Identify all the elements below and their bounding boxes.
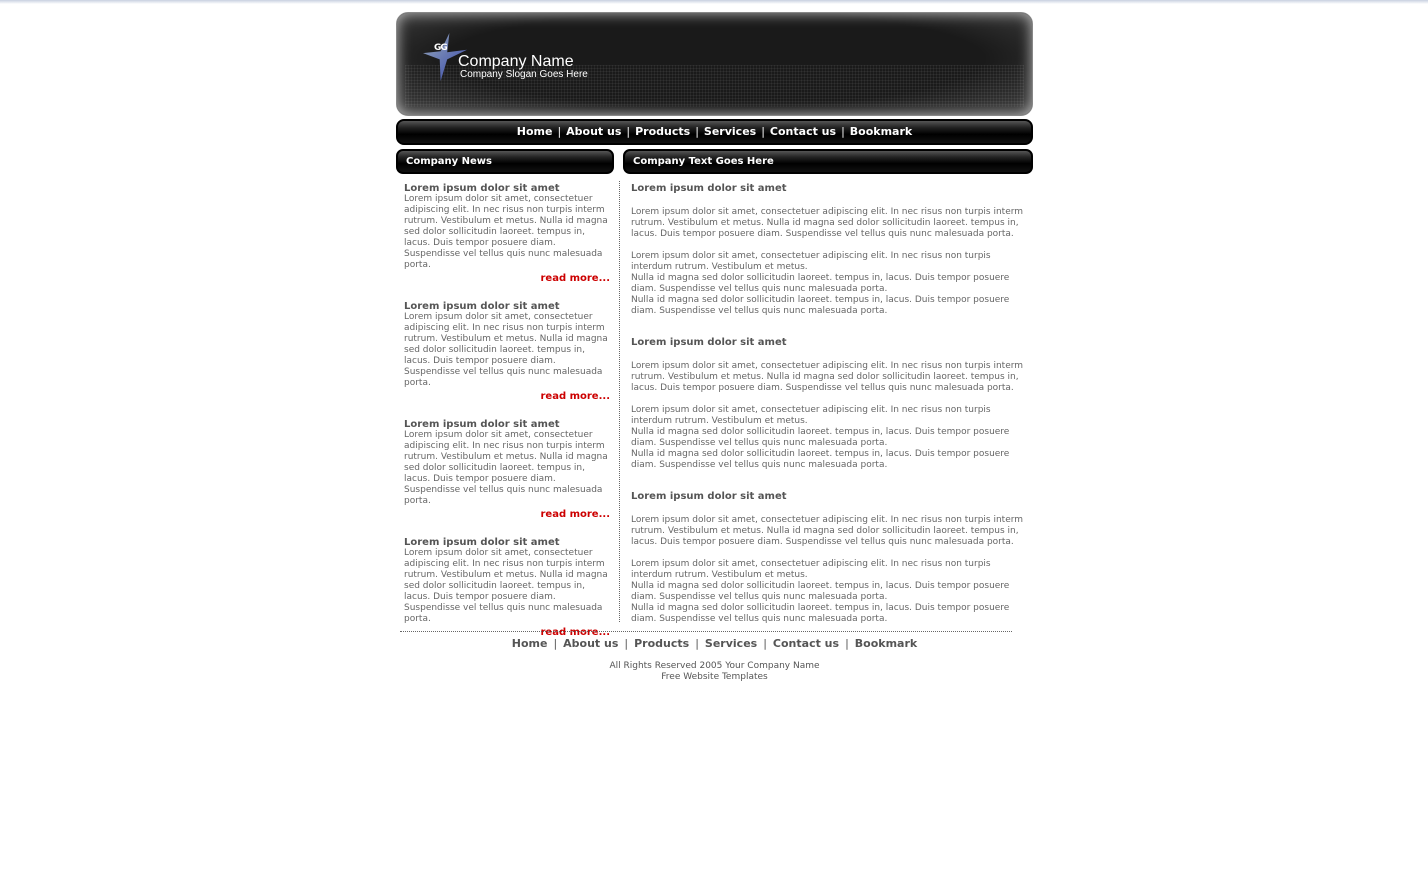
nav-link-bookmark[interactable]: Bookmark <box>855 637 917 650</box>
content-section: Lorem ipsum dolor sit amet Lorem ipsum do… <box>631 183 1026 317</box>
read-more-link[interactable]: read more... <box>404 509 610 520</box>
top-strip <box>0 0 1428 4</box>
news-item: Lorem ipsum dolor sit amet Lorem ipsum do… <box>404 301 610 402</box>
section-paragraph: Lorem ipsum dolor sit amet, consectetuer… <box>631 515 1024 547</box>
paragraph-line: Nulla id magna sed dolor sollicitudin la… <box>631 449 1010 470</box>
nav-link-products[interactable]: Products <box>635 125 690 138</box>
company-slogan: Company Slogan Goes Here <box>460 69 588 80</box>
nav-link-contact-us[interactable]: Contact us <box>773 637 839 650</box>
separator: | <box>761 125 765 138</box>
read-more-link[interactable]: read more... <box>404 273 610 284</box>
news-item: Lorem ipsum dolor sit amet Lorem ipsum do… <box>404 419 610 520</box>
paragraph-line: Nulla id magna sed dolor sollicitudin la… <box>631 581 1010 602</box>
section-paragraph: Lorem ipsum dolor sit amet, consectetuer… <box>631 559 1026 625</box>
nav-link-bookmark[interactable]: Bookmark <box>850 125 912 138</box>
news-text: Lorem ipsum dolor sit amet, consectetuer… <box>404 548 608 624</box>
nav-link-contact-us[interactable]: Contact us <box>770 125 836 138</box>
section-title: Lorem ipsum dolor sit amet <box>631 337 787 348</box>
main-nav: Home | About us | Products | Services | Contact … <box>396 119 1033 145</box>
news-title: Lorem ipsum dolor sit amet <box>404 301 560 312</box>
nav-link-services[interactable]: Services <box>704 125 756 138</box>
news-title: Lorem ipsum dolor sit amet <box>404 183 560 194</box>
read-more-link[interactable]: read more... <box>404 391 610 402</box>
page-container: GG Company Name Company Slogan Goes Here… <box>396 12 1033 655</box>
paragraph-line: Nulla id magna sed dolor sollicitudin la… <box>631 427 1010 448</box>
footer-text: All Rights Reserved 2005 Your Company Na… <box>396 661 1033 683</box>
nav-link-services[interactable]: Services <box>705 637 757 650</box>
nav-link-about-us[interactable]: About us <box>563 637 618 650</box>
copyright: All Rights Reserved 2005 Your Company Na… <box>609 661 820 671</box>
separator: | <box>695 125 699 138</box>
paragraph-line: Lorem ipsum dolor sit amet, consectetuer… <box>631 405 991 426</box>
nav-link-home[interactable]: Home <box>517 125 553 138</box>
footer-divider <box>400 631 1012 632</box>
section-paragraph: Lorem ipsum dolor sit amet, consectetuer… <box>631 207 1024 239</box>
nav-link-products[interactable]: Products <box>634 637 689 650</box>
paragraph-line: Nulla id magna sed dolor sollicitudin la… <box>631 295 1010 316</box>
nav-link-about-us[interactable]: About us <box>566 125 621 138</box>
section-paragraph: Lorem ipsum dolor sit amet, consectetuer… <box>631 405 1026 471</box>
separator: | <box>626 125 631 138</box>
separator: | <box>841 125 845 138</box>
section-paragraph: Lorem ipsum dolor sit amet, consectetuer… <box>631 251 1026 317</box>
separator: | <box>553 637 558 650</box>
section-title: Lorem ipsum dolor sit amet <box>631 491 787 502</box>
content-column: Lorem ipsum dolor sit amet Lorem ipsum do… <box>624 183 1026 655</box>
news-title: Lorem ipsum dolor sit amet <box>404 419 560 430</box>
news-text: Lorem ipsum dolor sit amet, consectetuer… <box>404 312 608 388</box>
nav-link-home[interactable]: Home <box>512 637 548 650</box>
paragraph-line: Lorem ipsum dolor sit amet, consectetuer… <box>631 251 991 272</box>
credit-link[interactable]: Free Website Templates <box>396 672 1033 683</box>
section-title: Lorem ipsum dolor sit amet <box>631 183 787 194</box>
header-banner: GG Company Name Company Slogan Goes Here <box>396 12 1033 116</box>
paragraph-line: Nulla id magna sed dolor sollicitudin la… <box>631 603 1010 624</box>
content-section: Lorem ipsum dolor sit amet Lorem ipsum do… <box>631 337 1026 471</box>
separator: | <box>695 637 699 650</box>
paragraph-line: Lorem ipsum dolor sit amet, consectetuer… <box>631 559 991 580</box>
paragraph-line: Nulla id magna sed dolor sollicitudin la… <box>631 273 1010 294</box>
separator: | <box>763 637 767 650</box>
separator: | <box>845 637 849 650</box>
news-text: Lorem ipsum dolor sit amet, consectetuer… <box>404 194 608 270</box>
news-title: Lorem ipsum dolor sit amet <box>404 537 560 548</box>
footer-nav: Home | About us | Products | Services | Contact … <box>396 637 1033 650</box>
company-news-header: Company News <box>396 149 614 174</box>
news-item: Lorem ipsum dolor sit amet Lorem ipsum do… <box>404 537 610 638</box>
news-text: Lorem ipsum dolor sit amet, consectetuer… <box>404 430 608 506</box>
content-section: Lorem ipsum dolor sit amet Lorem ipsum do… <box>631 491 1026 625</box>
news-item: Lorem ipsum dolor sit amet Lorem ipsum do… <box>404 183 610 284</box>
section-paragraph: Lorem ipsum dolor sit amet, consectetuer… <box>631 361 1024 393</box>
column-divider <box>619 181 620 622</box>
logo-eyes: GG <box>434 43 448 53</box>
separator: | <box>624 637 629 650</box>
company-text-header: Company Text Goes Here <box>623 149 1033 174</box>
news-column: Lorem ipsum dolor sit amet Lorem ipsum do… <box>396 183 614 655</box>
separator: | <box>557 125 562 138</box>
